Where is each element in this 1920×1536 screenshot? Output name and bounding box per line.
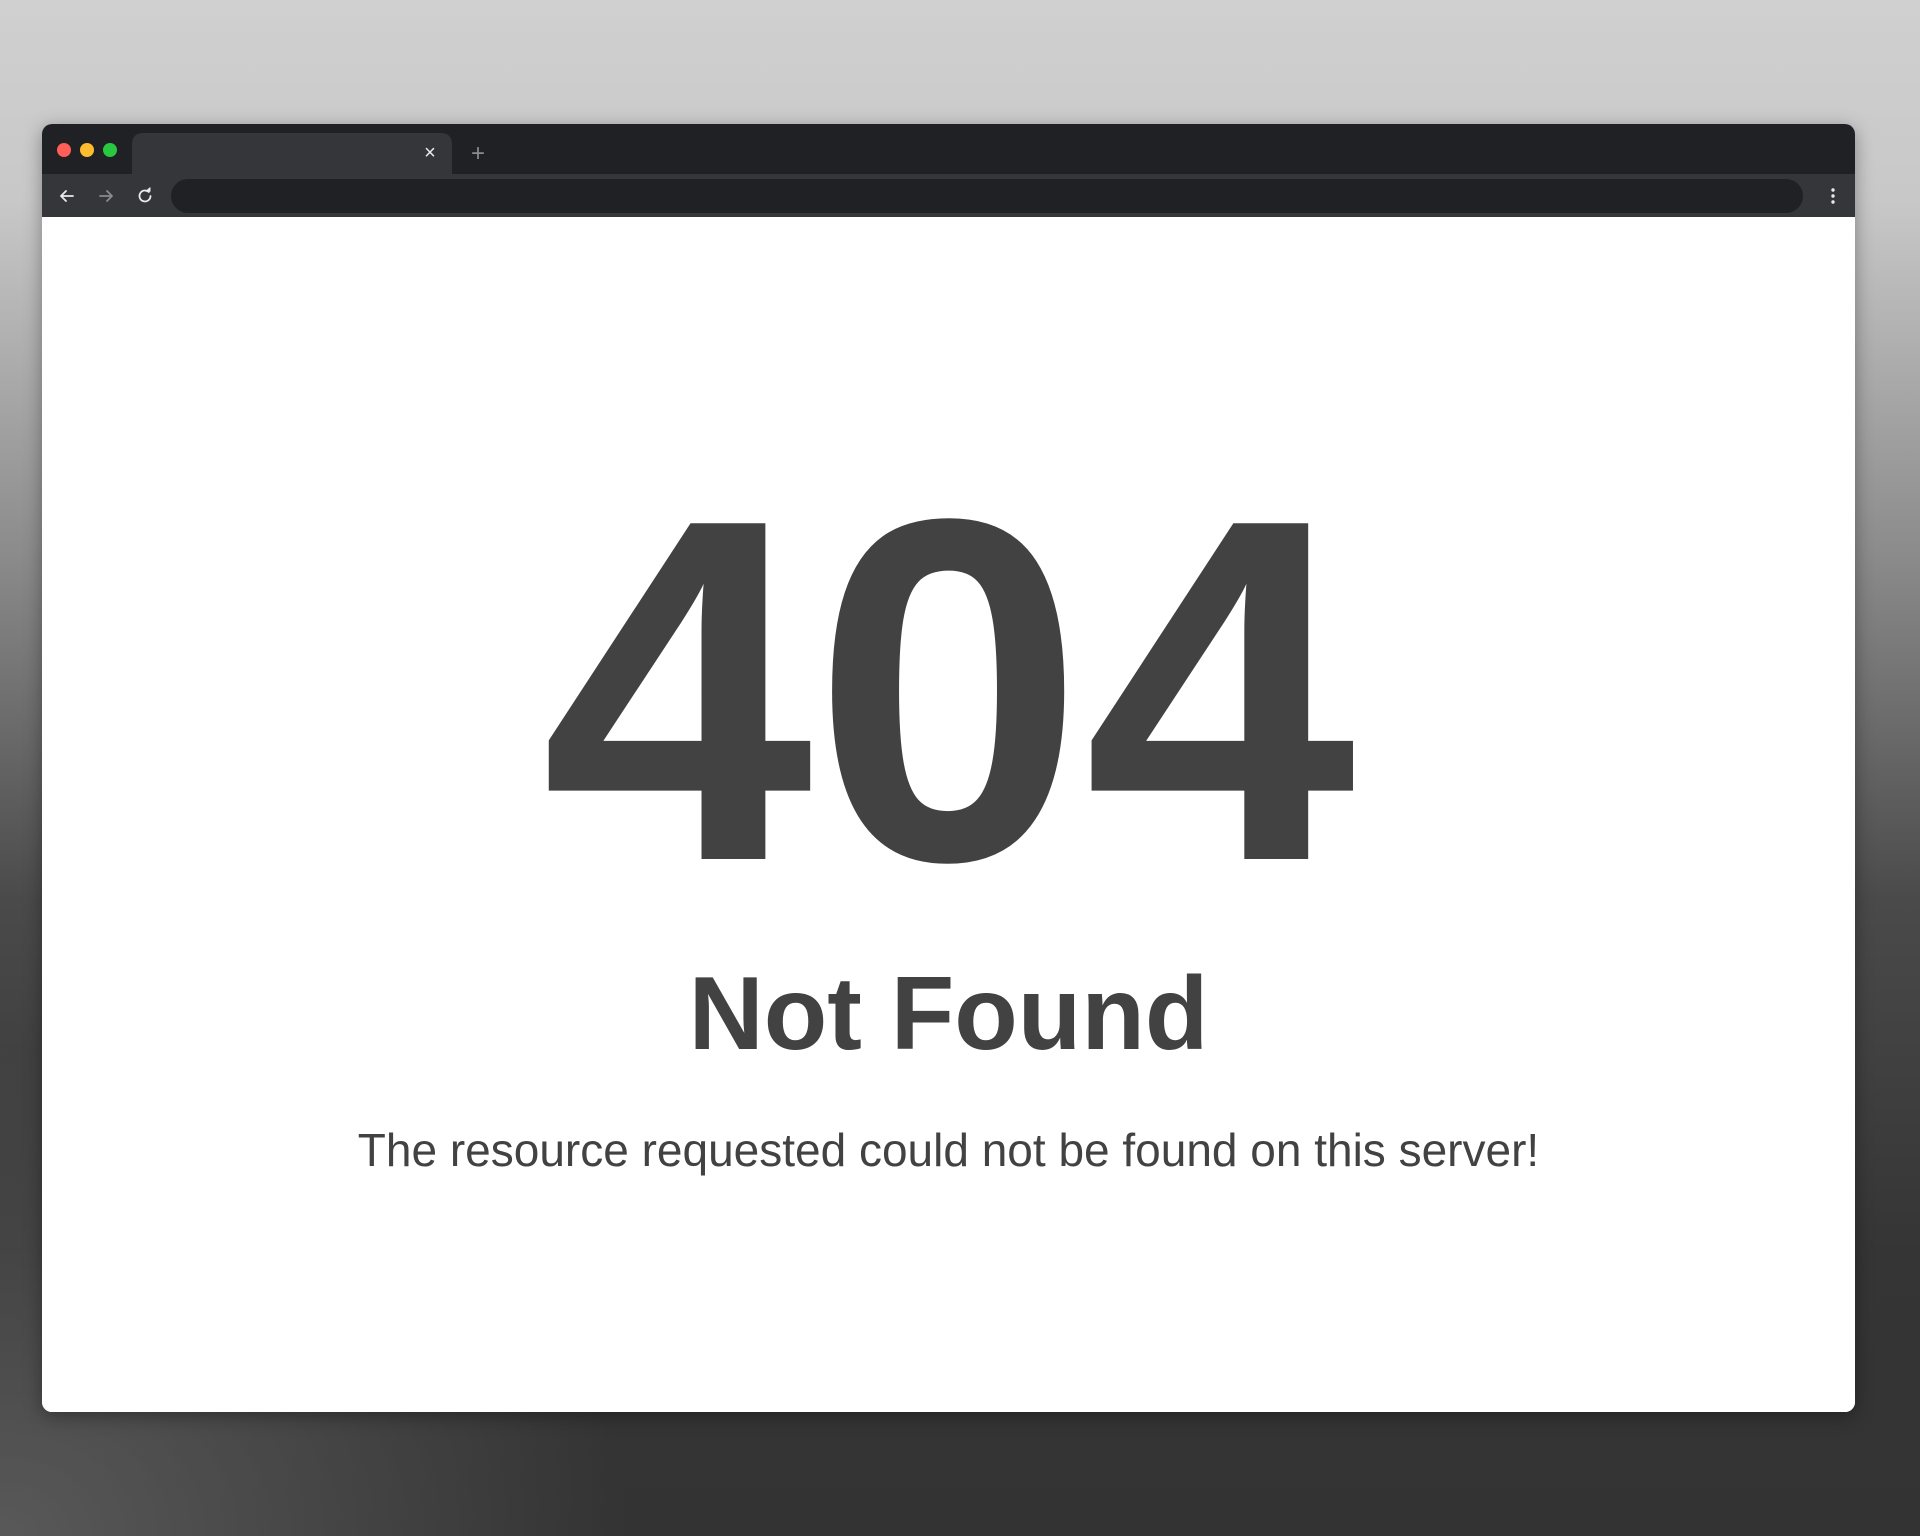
browser-window: × + 404 Not Found The resource requested… (42, 124, 1855, 1412)
browser-tab[interactable]: × (132, 133, 452, 174)
new-tab-button[interactable]: + (464, 140, 492, 168)
address-bar[interactable] (171, 179, 1803, 213)
reload-icon (138, 187, 152, 203)
reload-button[interactable] (131, 182, 159, 210)
more-vertical-icon (1831, 188, 1835, 204)
page-content: 404 Not Found The resource requested cou… (42, 217, 1855, 1412)
arrow-left-icon (60, 190, 74, 202)
title-bar: × + (42, 124, 1855, 174)
error-title: Not Found (688, 956, 1209, 1072)
forward-button[interactable] (92, 182, 120, 210)
error-code: 404 (541, 418, 1356, 963)
back-button[interactable] (53, 182, 81, 210)
close-tab-icon[interactable]: × (418, 141, 442, 165)
error-message: The resource requested could not be foun… (357, 1124, 1540, 1176)
minimize-window-dot[interactable] (80, 143, 94, 157)
browser-toolbar (42, 174, 1855, 217)
maximize-window-dot[interactable] (103, 143, 117, 157)
close-window-dot[interactable] (57, 143, 71, 157)
menu-button[interactable] (1823, 182, 1843, 210)
arrow-right-icon (99, 190, 113, 202)
